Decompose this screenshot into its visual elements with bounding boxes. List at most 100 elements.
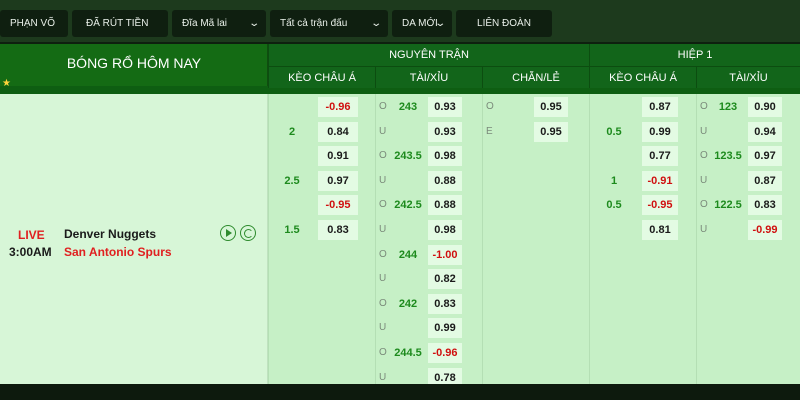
odd-even-odd[interactable]: 0.95 — [534, 97, 568, 117]
handicap-h1-odd[interactable]: 0.77 — [642, 146, 678, 167]
over-under-odd[interactable]: 0.93 — [428, 97, 462, 117]
new-odds-label: DA MỚI — [402, 18, 438, 29]
header-divider — [0, 86, 268, 94]
group-full-match: NGUYÊN TRẬN — [268, 44, 589, 66]
over-under-h1-odd[interactable]: 0.97 — [748, 146, 782, 167]
handicap-odd[interactable]: 0.83 — [318, 220, 358, 240]
filter-withdrawn-label: ĐÃ RÚT TIỀN — [86, 18, 149, 29]
over-under-h1-side: U — [700, 224, 708, 235]
over-under-line: 242.5 — [394, 199, 422, 212]
over-under-h1-side: O — [700, 199, 708, 211]
over-under-side: U — [379, 273, 387, 285]
over-under-side: U — [379, 125, 387, 137]
filter-withdrawn-button[interactable]: ĐÃ RÚT TIỀN — [72, 10, 168, 37]
over-under-odd[interactable]: 0.98 — [428, 146, 462, 167]
over-under-side: U — [379, 224, 387, 235]
handicap-h1-odd[interactable]: -0.95 — [642, 195, 678, 216]
table-row: -0.96 O 243 0.93 O 0.95 0.87 O 123 0.90 — [0, 95, 800, 119]
over-under-side: U — [379, 174, 387, 186]
over-under-h1-odd[interactable]: 0.90 — [748, 97, 782, 117]
over-under-side: O — [379, 101, 387, 112]
over-under-h1-odd[interactable]: -0.99 — [748, 220, 782, 240]
handicap-h1-odd[interactable]: 0.81 — [642, 220, 678, 240]
over-under-odd[interactable]: 0.88 — [428, 195, 462, 216]
section-title: BÓNG RỔ HÔM NAY — [66, 55, 202, 71]
over-under-side: O — [379, 297, 387, 309]
col-handicap-h1: KÈO CHÂU Á — [589, 66, 696, 88]
match-filter-label: Tất cả trận đấu — [280, 18, 348, 29]
col-over-under: TÀI/XỈU — [375, 66, 482, 88]
handicap-h1-line: 0.5 — [606, 125, 622, 138]
over-under-h1-odd[interactable]: 0.83 — [748, 195, 782, 216]
handicap-odd[interactable]: 0.97 — [318, 170, 358, 191]
over-under-h1-odd[interactable]: 0.94 — [748, 121, 782, 142]
over-under-odd[interactable]: 0.88 — [428, 170, 462, 191]
section-header: BÓNG RỔ HÔM NAY — [0, 44, 268, 86]
league-button[interactable]: LIÊN ĐOÀN — [456, 10, 552, 37]
chevron-down-icon: ⌄ — [247, 18, 260, 29]
over-under-odd[interactable]: 0.98 — [428, 220, 462, 240]
table-row: O 242 0.83 — [0, 292, 800, 316]
handicap-h1-odd[interactable]: -0.91 — [642, 170, 678, 191]
handicap-line: 2 — [288, 125, 296, 138]
over-under-h1-side: U — [700, 174, 708, 186]
handicap-odd[interactable]: -0.95 — [318, 195, 358, 216]
over-under-odd[interactable]: 0.83 — [428, 293, 462, 314]
handicap-h1-odd[interactable]: 0.99 — [642, 121, 678, 142]
over-under-side: O — [379, 347, 387, 358]
star-icon[interactable]: ★ — [2, 78, 11, 89]
over-under-line: 243.5 — [394, 150, 422, 163]
over-under-odd[interactable]: -1.00 — [428, 244, 462, 265]
league-label: LIÊN ĐOÀN — [477, 18, 531, 29]
odds-type-dropdown[interactable]: Đĩa Mã lai ⌄ — [172, 10, 266, 37]
table-row: -0.95 O 242.5 0.88 0.5 -0.95 O 122.5 0.83 — [0, 193, 800, 217]
over-under-h1-line: 123.5 — [714, 150, 742, 163]
new-odds-dropdown[interactable]: DA MỚI ⌄ — [392, 10, 452, 37]
filter-sport-button[interactable]: PHẠN VÕ — [0, 10, 68, 37]
handicap-line: 2.5 — [284, 174, 300, 187]
table-row: O 244 -1.00 — [0, 243, 800, 267]
match-filter-dropdown[interactable]: Tất cả trận đấu ⌄ — [270, 10, 388, 37]
handicap-h1-line: 0.5 — [606, 199, 622, 212]
over-under-side: O — [379, 150, 387, 162]
col-odd-even: CHẴN/LẺ — [482, 66, 589, 88]
over-under-side: U — [379, 322, 387, 334]
handicap-odd[interactable]: -0.96 — [318, 97, 358, 117]
table-row: 2.5 0.97 U 0.88 1 -0.91 U 0.87 — [0, 169, 800, 193]
over-under-line: 244.5 — [394, 347, 422, 359]
handicap-odd[interactable]: 0.84 — [318, 121, 358, 142]
group-first-half: HIỆP 1 — [589, 44, 800, 66]
over-under-side: O — [379, 248, 387, 260]
handicap-h1-line: 1 — [610, 174, 618, 187]
over-under-odd[interactable]: 0.93 — [428, 121, 462, 142]
over-under-h1-odd[interactable]: 0.87 — [748, 170, 782, 191]
handicap-h1-odd[interactable]: 0.87 — [642, 97, 678, 117]
handicap-line: 1.5 — [284, 224, 300, 236]
odd-even-odd[interactable]: 0.95 — [534, 121, 568, 142]
odd-even-side: O — [486, 101, 494, 112]
table-row: 1.5 0.83 U 0.98 0.81 U -0.99 — [0, 218, 800, 242]
over-under-odd[interactable]: 0.82 — [428, 269, 462, 290]
odds-type-label: Đĩa Mã lai — [182, 18, 228, 29]
table-row: 2 0.84 U 0.93 E 0.95 0.5 0.99 U 0.94 — [0, 120, 800, 144]
col-handicap: KÈO CHÂU Á — [268, 66, 375, 88]
over-under-h1-side: U — [700, 125, 708, 137]
chevron-down-icon: ⌄ — [369, 18, 382, 29]
chevron-down-icon: ⌄ — [433, 18, 446, 29]
over-under-h1-line: 122.5 — [714, 199, 742, 212]
over-under-odd[interactable]: 0.99 — [428, 318, 462, 339]
table-row: U 0.82 — [0, 267, 800, 291]
col-over-under-h1: TÀI/XỈU — [696, 66, 800, 88]
table-row: 0.91 O 243.5 0.98 0.77 O 123.5 0.97 — [0, 144, 800, 168]
over-under-odd[interactable]: -0.96 — [428, 343, 462, 363]
bottom-bar — [0, 384, 800, 400]
over-under-line: 244 — [398, 248, 418, 261]
table-row: U 0.99 — [0, 316, 800, 340]
over-under-h1-line: 123 — [718, 101, 738, 113]
filter-bar: PHẠN VÕ ĐÃ RÚT TIỀN Đĩa Mã lai ⌄ Tất cả t… — [0, 0, 800, 44]
odd-even-side: E — [486, 125, 493, 137]
table-row: O 244.5 -0.96 — [0, 341, 800, 365]
handicap-odd[interactable]: 0.91 — [318, 146, 358, 167]
over-under-h1-side: O — [700, 150, 708, 162]
filter-sport-label: PHẠN VÕ — [10, 18, 56, 29]
